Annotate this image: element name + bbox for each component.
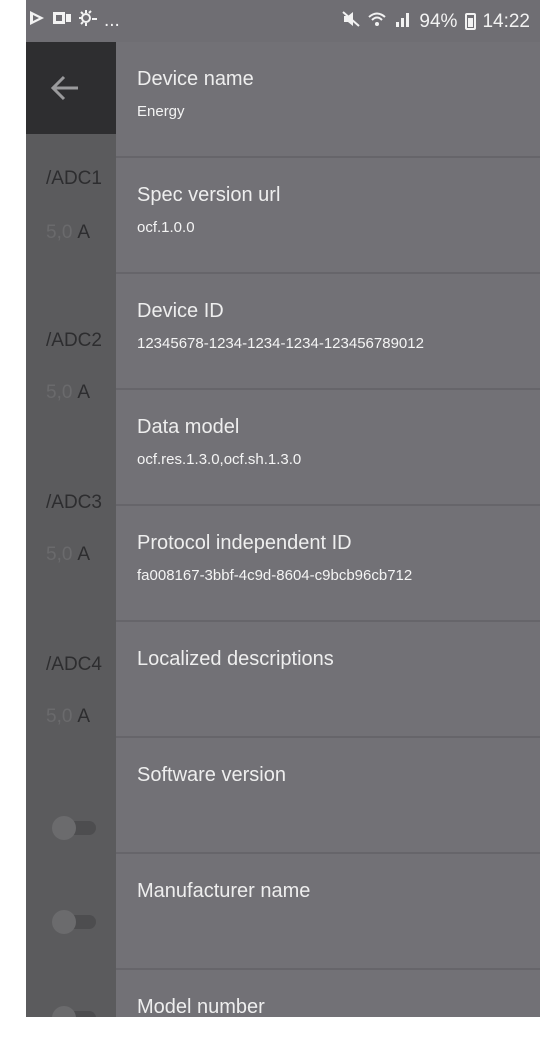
item-title: Localized descriptions (137, 648, 334, 670)
item-value: ocf.res.1.3.0,ocf.sh.1.3.0 (137, 451, 302, 468)
item-value: fa008167-3bbf-4c9d-8604-c9bcb96cb712 (137, 567, 413, 584)
adc-label: /ADC2 (46, 330, 102, 351)
toggle-thumb (52, 816, 76, 840)
item-title: Data model (137, 416, 240, 438)
system-icons: 94% 14:22 (341, 10, 530, 33)
phone-screen: ... 94% 14:22 /ADC1 5,0 A /ADC2 5,0 A /A… (26, 0, 540, 1017)
toggle-thumb (52, 1006, 76, 1017)
drawer-item-device-id[interactable]: Device ID 12345678-1234-1234-1234-123456… (116, 274, 540, 390)
drawer-item-protocol-independent-id[interactable]: Protocol independent ID fa008167-3bbf-4c… (116, 506, 540, 622)
item-title: Software version (137, 764, 286, 786)
drawer-item-software-version[interactable]: Software version (116, 738, 540, 854)
drawer-item-model-number[interactable]: Model number (116, 970, 540, 1017)
item-title: Device ID (137, 300, 224, 322)
drawer-item-device-name[interactable]: Device name Energy (116, 42, 540, 158)
notification-icons: ... (28, 9, 120, 32)
item-title: Manufacturer name (137, 880, 311, 902)
wifi-icon (367, 10, 387, 33)
adc-label: /ADC3 (46, 492, 102, 513)
back-arrow-icon[interactable] (48, 68, 82, 108)
battery-percent: 94% (419, 10, 458, 32)
weather-icon (78, 9, 98, 32)
media-icon (52, 9, 72, 32)
adc-value: 5,0 A (46, 222, 91, 243)
notification-overflow: ... (104, 9, 120, 31)
item-title: Device name (137, 68, 254, 90)
drawer-item-spec-version-url[interactable]: Spec version url ocf.1.0.0 (116, 158, 540, 274)
item-value: 12345678-1234-1234-1234-123456789012 (137, 335, 424, 352)
item-value: ocf.1.0.0 (137, 219, 195, 236)
adc-label: /ADC4 (46, 654, 102, 675)
play-store-icon (28, 9, 46, 32)
battery-icon (465, 13, 477, 30)
toggle-thumb (52, 910, 76, 934)
mute-icon (341, 10, 361, 33)
adc-label: /ADC1 (46, 168, 102, 189)
drawer-item-localized-descriptions[interactable]: Localized descriptions (116, 622, 540, 738)
drawer-item-data-model[interactable]: Data model ocf.res.1.3.0,ocf.sh.1.3.0 (116, 390, 540, 506)
device-info-drawer: Device name Energy Spec version url ocf.… (116, 42, 540, 1017)
signal-icon (393, 10, 413, 33)
adc-value: 5,0 A (46, 544, 91, 565)
adc-value: 5,0 A (46, 706, 91, 727)
status-bar: ... 94% 14:22 (26, 0, 540, 42)
adc-value: 5,0 A (46, 382, 91, 403)
item-title: Spec version url (137, 184, 281, 206)
toggle-switch[interactable] (52, 1006, 98, 1017)
item-title: Protocol independent ID (137, 532, 352, 554)
drawer-item-manufacturer-name[interactable]: Manufacturer name (116, 854, 540, 970)
item-value: Energy (137, 103, 185, 120)
clock: 14:22 (482, 10, 530, 32)
item-title: Model number (137, 996, 265, 1017)
toggle-switch[interactable] (52, 816, 98, 840)
toggle-switch[interactable] (52, 910, 98, 934)
